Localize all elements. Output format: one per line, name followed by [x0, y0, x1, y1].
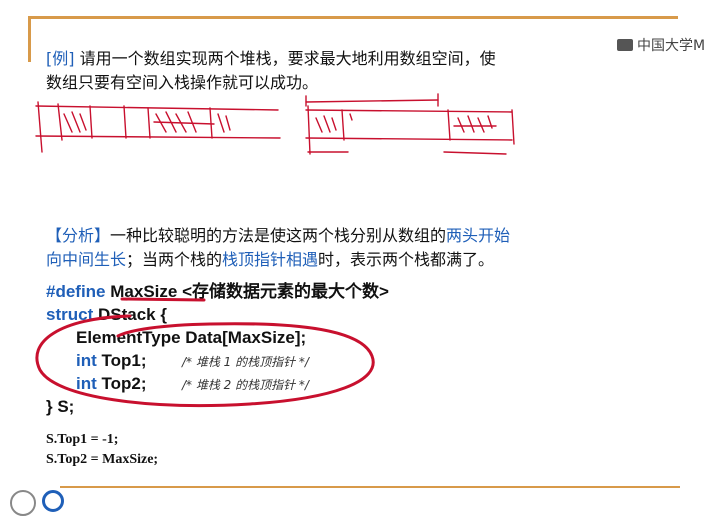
analysis-part1: 一种比较聪明的方法是使这两个栈分别从数组的	[110, 226, 447, 245]
analysis-highlight-ends: 两头开始	[446, 226, 511, 245]
code-top2-line: int Top2; /* 堆栈 2 的栈顶指针 */	[46, 372, 666, 395]
code-block: #define MaxSize <存储数据元素的最大个数> struct DSt…	[46, 280, 666, 418]
mooc-logo: 中国大学M	[617, 36, 705, 54]
mooc-logo-text: 中国大学M	[637, 38, 706, 54]
university-seal-icon	[10, 490, 36, 516]
code-comment-top1: /* 堆栈 1 的栈顶指针 */	[181, 355, 309, 369]
code-define-rest: MaxSize <存储数据元素的最大个数>	[105, 282, 389, 301]
analysis-part2: ；当两个栈的	[126, 250, 223, 269]
code-comment-top2: /* 堆栈 2 的栈顶指针 */	[181, 378, 309, 392]
analysis-paragraph: 【分析】一种比较聪明的方法是使这两个栈分别从数组的两头开始 向中间生长；当两个栈…	[46, 224, 656, 272]
code-struct-keyword: struct	[46, 305, 94, 324]
code-struct-rest: DStack {	[93, 305, 167, 324]
init-top1: S.Top1 = -1;	[46, 432, 119, 447]
analysis-highlight-grow: 向中间生长	[46, 250, 127, 269]
code-struct-line: struct DStack {	[46, 303, 666, 326]
analysis-tag: 【分析】	[46, 226, 111, 245]
example-text-line1: 请用一个数组实现两个堆栈，要求最大地利用数组空间，使	[74, 49, 496, 68]
code-define-keyword: #define	[46, 282, 106, 301]
code-close-line: } S;	[46, 397, 75, 416]
code-top2: Top2;	[96, 374, 147, 393]
init-top2: S.Top2 = MaxSize;	[46, 452, 159, 467]
mooc-logo-icon	[617, 39, 633, 51]
course-logo-icon	[42, 490, 64, 512]
code-top1-line: int Top1; /* 堆栈 1 的栈顶指针 */	[46, 349, 666, 372]
bottom-logos	[10, 490, 64, 516]
example-tag: [例]	[46, 49, 75, 68]
code-data-line: ElementType Data[MaxSize];	[76, 328, 307, 347]
top-rule	[28, 16, 678, 19]
bottom-rule	[60, 486, 680, 488]
code-top1: Top1;	[96, 351, 147, 370]
example-text-line2: 数组只要有空间入栈操作就可以成功。	[46, 73, 319, 92]
handwritten-array-sketch	[35, 93, 515, 155]
analysis-part3: 时，表示两个栈都满了。	[318, 250, 495, 269]
example-problem: [例] 请用一个数组实现两个堆栈，要求最大地利用数组空间，使 数组只要有空间入栈…	[46, 47, 606, 95]
code-int-keyword-2: int	[76, 374, 97, 393]
left-rule	[28, 16, 31, 62]
init-block: S.Top1 = -1; S.Top2 = MaxSize;	[46, 430, 158, 470]
code-int-keyword-1: int	[76, 351, 97, 370]
analysis-highlight-meet: 栈顶指针相遇	[222, 250, 319, 269]
code-define-line: #define MaxSize <存储数据元素的最大个数>	[46, 280, 666, 303]
